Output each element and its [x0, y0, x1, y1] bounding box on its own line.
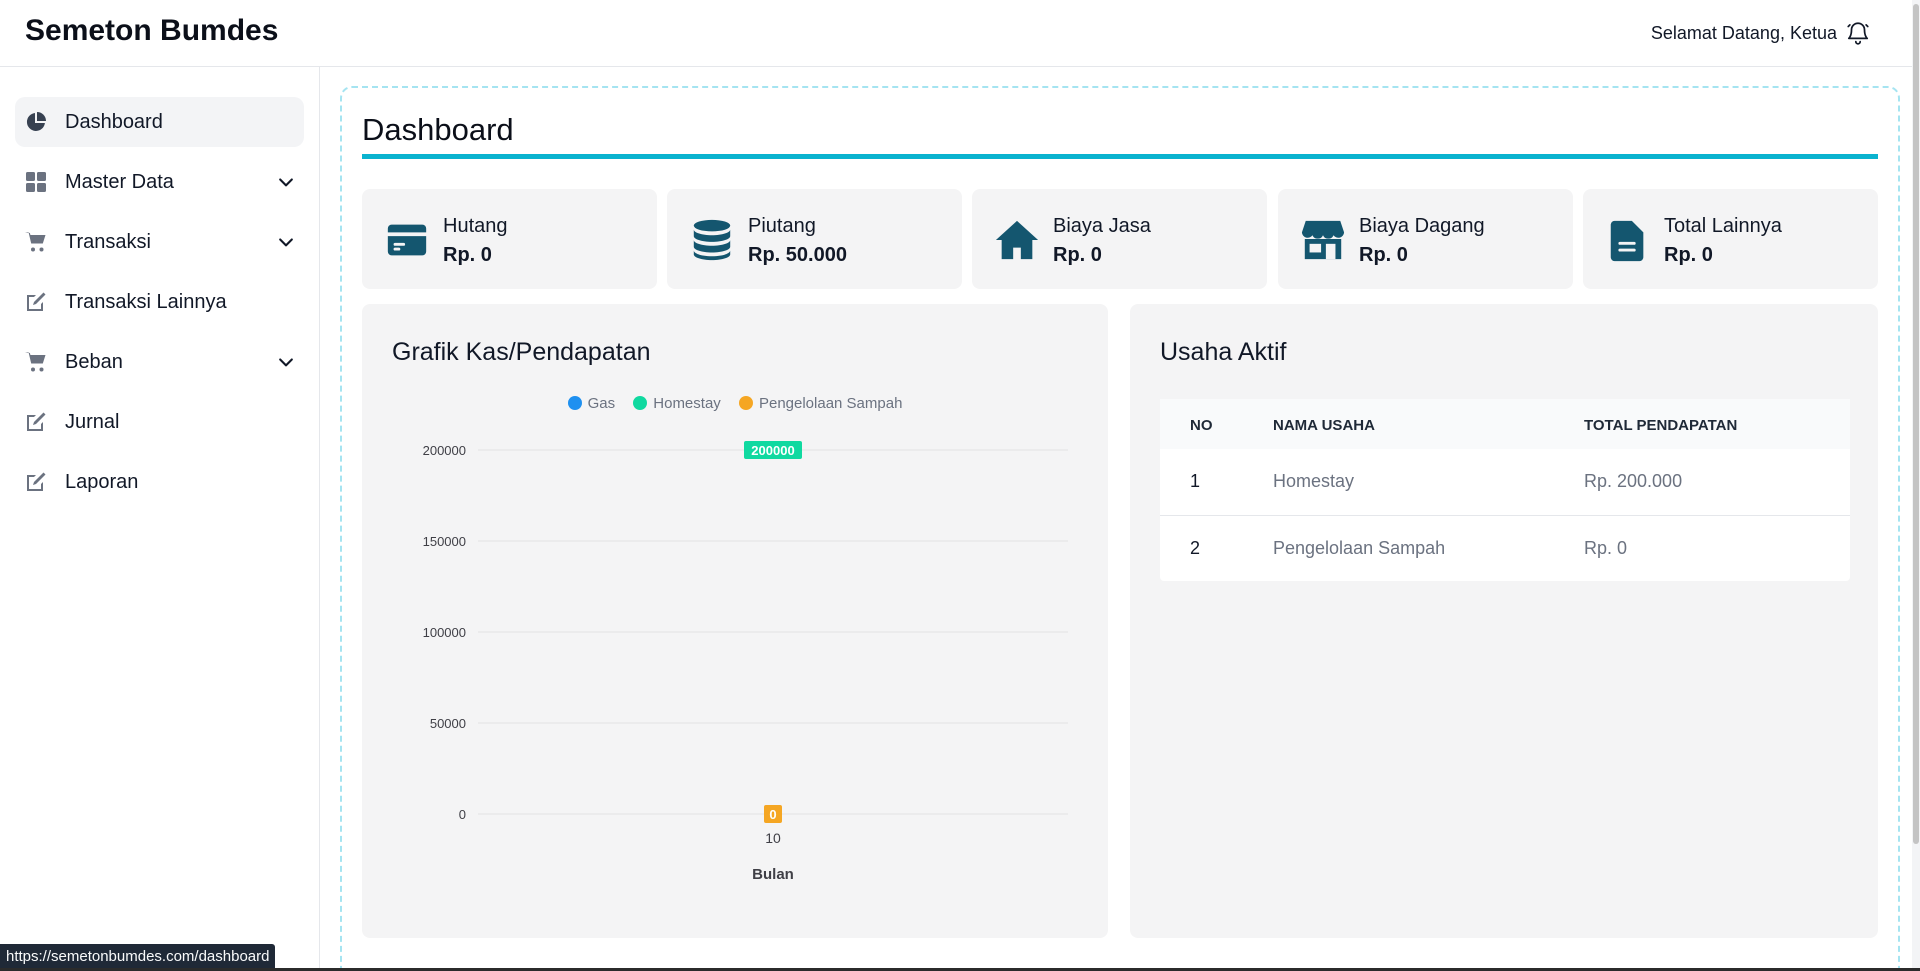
title-underline [362, 154, 1878, 159]
grid-icon [26, 172, 46, 192]
sidebar-item-label: Beban [65, 351, 123, 373]
chart-panel: Grafik Kas/Pendapatan Gas Homestay Penge… [362, 304, 1108, 938]
sidebar-item-label: Transaksi Lainnya [65, 291, 227, 313]
stat-label: Hutang [443, 215, 508, 237]
pie-chart-icon [26, 112, 46, 131]
data-label: 0 [769, 807, 776, 822]
stat-label: Total Lainnya [1664, 215, 1782, 237]
chart-plot: 200000 150000 100000 50000 0 10 200000 0 Bulan [423, 441, 1068, 883]
x-axis-label: Bulan [752, 866, 794, 883]
sidebar-item-label: Master Data [65, 171, 174, 193]
sidebar-item-transaksi[interactable]: Transaksi [15, 217, 304, 267]
cell-no: 1 [1190, 471, 1201, 491]
y-tick-label: 0 [459, 807, 466, 822]
cart-icon [25, 352, 46, 372]
usaha-table: NO NAMA USAHA TOTAL PENDAPATAN 1 Homesta… [1160, 399, 1850, 581]
brand-title[interactable]: Semeton Bumdes [25, 14, 278, 48]
stat-card-total-lainnya: Total Lainnya Rp. 0 [1583, 189, 1878, 289]
column-header-nama-usaha: NAMA USAHA [1273, 417, 1375, 434]
scrollbar[interactable] [1912, 0, 1920, 971]
cell-total-pendapatan: Rp. 200.000 [1584, 471, 1683, 491]
sidebar-item-jurnal[interactable]: Jurnal [15, 397, 304, 447]
document-icon [1610, 220, 1644, 262]
column-header-total-pendapatan: TOTAL PENDAPATAN [1584, 417, 1738, 434]
sidebar-item-label: Laporan [65, 471, 139, 493]
cell-total-pendapatan: Rp. 0 [1584, 538, 1628, 558]
chevron-down-icon[interactable] [276, 232, 296, 252]
bell-icon[interactable] [1845, 20, 1871, 46]
stat-value: Rp. 50.000 [748, 244, 847, 266]
data-label: 200000 [751, 443, 794, 458]
sidebar-item-label: Dashboard [65, 111, 163, 133]
column-header-no: NO [1190, 417, 1213, 434]
credit-card-icon [387, 224, 427, 256]
sidebar-item-dashboard[interactable]: Dashboard [15, 97, 304, 147]
usaha-panel: Usaha Aktif NO NAMA USAHA TOTAL PENDAPAT… [1130, 304, 1878, 938]
sidebar-item-laporan[interactable]: Laporan [15, 457, 304, 507]
stat-label: Piutang [748, 215, 816, 237]
page-title: Dashboard [362, 112, 514, 147]
chevron-down-icon[interactable] [276, 172, 296, 192]
sidebar-item-label: Transaksi [65, 231, 151, 253]
welcome-text: Selamat Datang, Ketua [1650, 23, 1837, 43]
stat-card-biaya-jasa: Biaya Jasa Rp. 0 [972, 189, 1267, 289]
edit-icon [27, 292, 46, 311]
stat-card-piutang: Piutang Rp. 50.000 [667, 189, 962, 289]
stat-card-hutang: Hutang Rp. 0 [362, 189, 657, 289]
usaha-panel-title: Usaha Aktif [1160, 338, 1287, 366]
stat-value: Rp. 0 [1359, 244, 1408, 266]
stat-value: Rp. 0 [1664, 244, 1713, 266]
x-tick-label: 10 [765, 830, 781, 846]
sidebar-item-transaksi-lainnya[interactable]: Transaksi Lainnya [15, 277, 304, 327]
sidebar-item-beban[interactable]: Beban [15, 337, 304, 387]
home-icon [995, 220, 1039, 260]
table-row[interactable]: 1 Homestay Rp. 200.000 [1160, 449, 1850, 515]
edit-icon [27, 412, 46, 431]
sidebar-item-master-data[interactable]: Master Data [15, 157, 304, 207]
top-bar: Semeton Bumdes Selamat Datang, Ketua [0, 0, 1912, 67]
status-url: https://semetonbumdes.com/dashboard [0, 944, 276, 971]
stat-card-biaya-dagang: Biaya Dagang Rp. 0 [1278, 189, 1573, 289]
chevron-down-icon[interactable] [276, 352, 296, 372]
cell-nama-usaha: Pengelolaan Sampah [1273, 538, 1446, 558]
cell-nama-usaha: Homestay [1273, 471, 1355, 491]
table-header: NO NAMA USAHA TOTAL PENDAPATAN [1160, 399, 1850, 449]
stat-value: Rp. 0 [1053, 244, 1102, 266]
cart-icon [25, 232, 46, 252]
store-icon [1301, 220, 1345, 260]
sidebar-item-label: Jurnal [65, 411, 120, 433]
stat-label: Biaya Jasa [1053, 215, 1151, 237]
stat-value: Rp. 0 [443, 244, 492, 266]
table-row[interactable]: 2 Pengelolaan Sampah Rp. 0 [1160, 515, 1850, 581]
edit-icon [27, 472, 46, 491]
stat-label: Biaya Dagang [1359, 215, 1485, 237]
y-tick-label: 200000 [423, 443, 466, 458]
database-icon [693, 219, 731, 261]
y-tick-label: 150000 [423, 534, 466, 549]
sidebar: Dashboard Master Data Transaksi Transaks… [0, 67, 320, 971]
scrollbar-thumb[interactable] [1913, 4, 1919, 844]
y-tick-label: 100000 [423, 625, 466, 640]
y-tick-label: 50000 [430, 716, 466, 731]
cell-no: 2 [1190, 538, 1201, 558]
